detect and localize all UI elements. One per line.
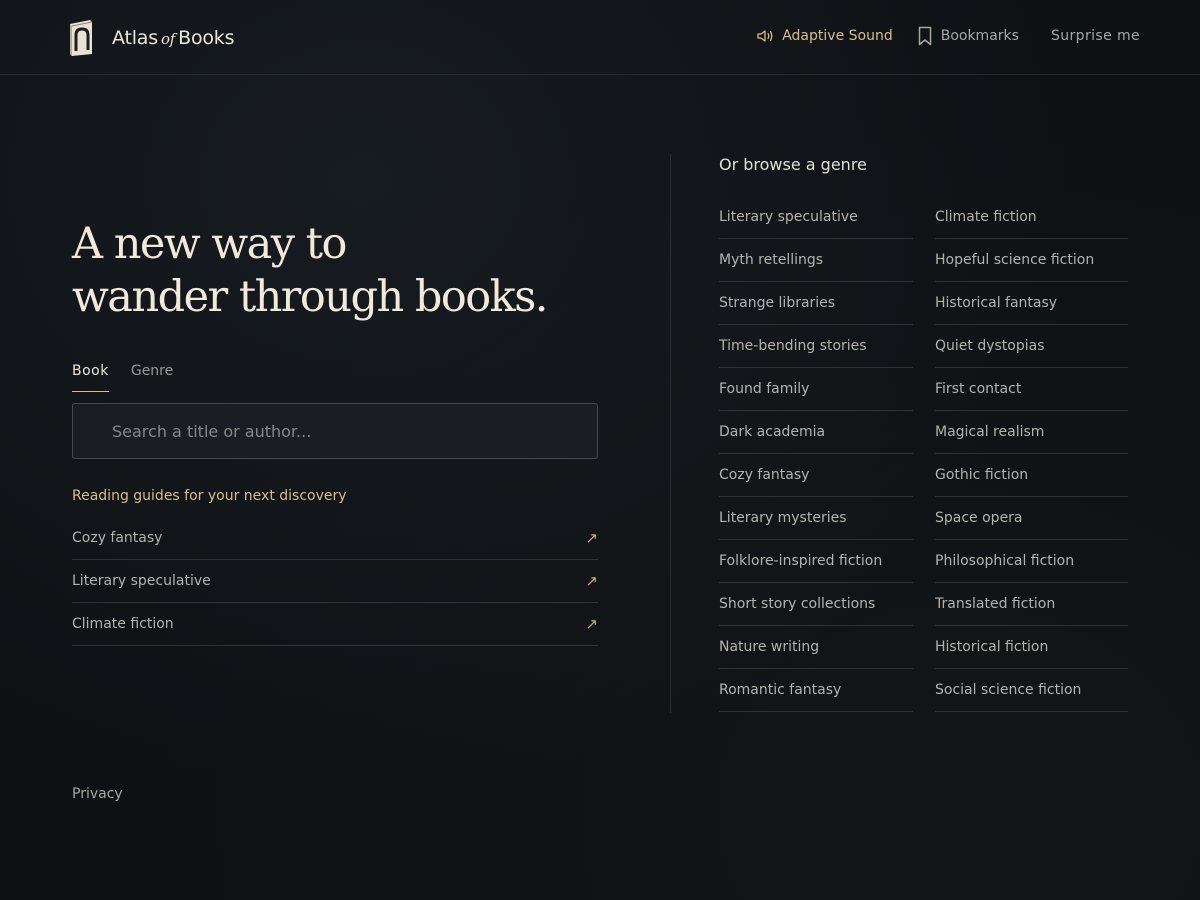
column-divider bbox=[670, 154, 671, 713]
browse-genre-heading: Or browse a genre bbox=[719, 155, 867, 174]
arrow-up-right-icon: ↗ bbox=[585, 572, 598, 590]
genre-link[interactable]: Historical fiction bbox=[935, 626, 1128, 669]
genre-link[interactable]: Space opera bbox=[935, 497, 1128, 540]
search-input[interactable] bbox=[73, 404, 597, 458]
reading-guides-list: Cozy fantasy ↗ Literary speculative ↗ Cl… bbox=[72, 517, 598, 646]
genre-link[interactable]: Dark academia bbox=[719, 411, 913, 454]
hero-title: A new way to wander through books. bbox=[72, 218, 548, 324]
site-header: Atlas of Books Adaptive Sound Bookmarks Su… bbox=[0, 0, 1200, 75]
genre-list-right: Climate fiction Hopeful science fiction … bbox=[935, 196, 1128, 712]
genre-link[interactable]: Climate fiction bbox=[935, 196, 1128, 239]
genre-link[interactable]: Literary speculative bbox=[719, 196, 913, 239]
guide-item-label: Literary speculative bbox=[72, 573, 211, 589]
bookmark-icon bbox=[918, 26, 931, 46]
genre-link[interactable]: Quiet dystopias bbox=[935, 325, 1128, 368]
genre-link[interactable]: Social science fiction bbox=[935, 669, 1128, 712]
genre-link[interactable]: Romantic fantasy bbox=[719, 669, 913, 712]
top-nav: Adaptive Sound Bookmarks Surprise me bbox=[756, 26, 1140, 46]
adaptive-sound-label: Adaptive Sound bbox=[782, 28, 893, 44]
tab-genre[interactable]: Genre bbox=[131, 363, 173, 392]
genre-link[interactable]: Cozy fantasy bbox=[719, 454, 913, 497]
guide-item-label: Climate fiction bbox=[72, 616, 174, 632]
genre-link[interactable]: Time-bending stories bbox=[719, 325, 913, 368]
reading-guides-heading: Reading guides for your next discovery bbox=[72, 488, 347, 504]
genre-link[interactable]: Strange libraries bbox=[719, 282, 913, 325]
genre-link[interactable]: Magical realism bbox=[935, 411, 1128, 454]
guide-item[interactable]: Literary speculative ↗ bbox=[72, 560, 598, 603]
surprise-me-label: Surprise me bbox=[1050, 28, 1140, 44]
genre-link[interactable]: Historical fantasy bbox=[935, 282, 1128, 325]
bookmarks-label: Bookmarks bbox=[940, 28, 1019, 44]
genre-link[interactable]: Myth retellings bbox=[719, 239, 913, 282]
hero-title-line-1: A new way to bbox=[72, 219, 347, 269]
genre-link[interactable]: Gothic fiction bbox=[935, 454, 1128, 497]
genre-link[interactable]: Found family bbox=[719, 368, 913, 411]
hero-title-line-2: wander through books. bbox=[72, 272, 548, 322]
bookmarks-button[interactable]: Bookmarks bbox=[917, 26, 1019, 46]
genre-link[interactable]: Translated fiction bbox=[935, 583, 1128, 626]
genre-link[interactable]: First contact bbox=[935, 368, 1128, 411]
arrow-up-right-icon: ↗ bbox=[585, 615, 598, 633]
privacy-link[interactable]: Privacy bbox=[72, 786, 123, 802]
guide-item[interactable]: Climate fiction ↗ bbox=[72, 603, 598, 646]
genre-list-left: Literary speculative Myth retellings Str… bbox=[719, 196, 913, 712]
guide-item[interactable]: Cozy fantasy ↗ bbox=[72, 517, 598, 560]
surprise-me-button[interactable]: Surprise me bbox=[1051, 28, 1140, 44]
genre-link[interactable]: Literary mysteries bbox=[719, 497, 913, 540]
speaker-icon bbox=[757, 30, 773, 42]
brand-name: Atlas of Books bbox=[112, 27, 235, 49]
genre-link[interactable]: Philosophical fiction bbox=[935, 540, 1128, 583]
logo[interactable]: Atlas of Books bbox=[66, 18, 235, 58]
tab-book[interactable]: Book bbox=[72, 363, 109, 392]
arrow-up-right-icon: ↗ bbox=[585, 529, 598, 547]
genre-link[interactable]: Short story collections bbox=[719, 583, 913, 626]
adaptive-sound-button[interactable]: Adaptive Sound bbox=[756, 28, 893, 44]
genre-link[interactable]: Hopeful science fiction bbox=[935, 239, 1128, 282]
search-box bbox=[72, 403, 598, 459]
guide-item-label: Cozy fantasy bbox=[72, 530, 163, 546]
book-icon bbox=[70, 20, 93, 56]
genre-link[interactable]: Folklore-inspired fiction bbox=[719, 540, 913, 583]
search-mode-tabs: Book Genre bbox=[72, 363, 195, 392]
genre-link[interactable]: Nature writing bbox=[719, 626, 913, 669]
